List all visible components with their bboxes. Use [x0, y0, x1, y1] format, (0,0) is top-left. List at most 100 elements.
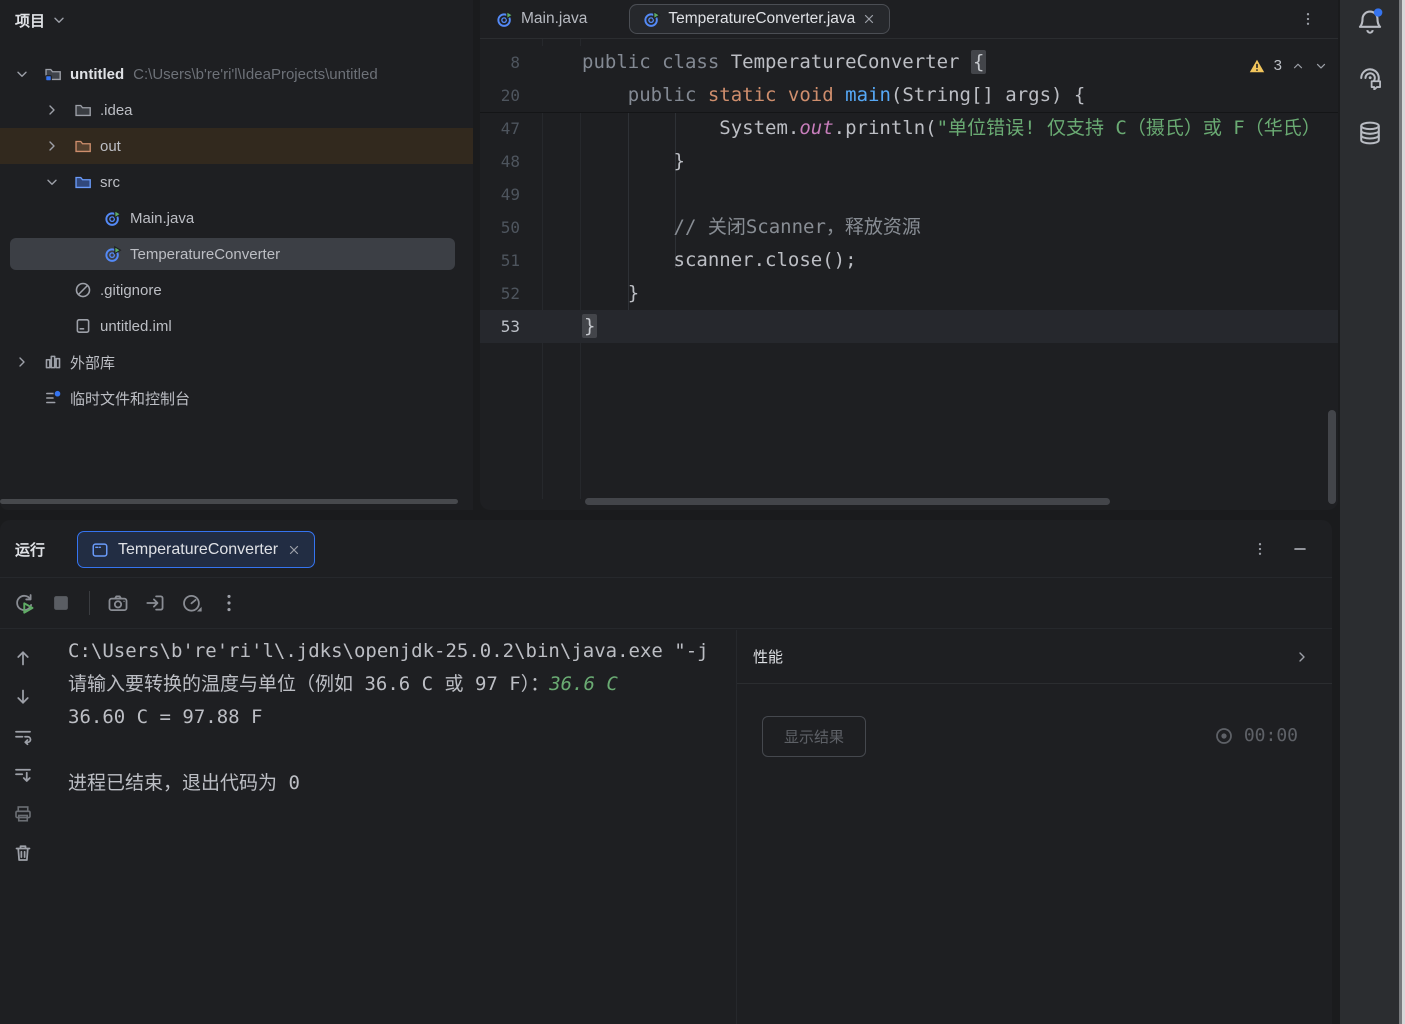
- chevron-icon[interactable]: [14, 354, 30, 370]
- more-options-icon[interactable]: [218, 592, 240, 614]
- line-number[interactable]: 49: [480, 178, 520, 211]
- tree-item-main.java[interactable]: Main.java: [0, 200, 473, 236]
- chevron-right-icon[interactable]: [44, 138, 74, 154]
- screenshot-icon[interactable]: [107, 592, 129, 614]
- run-tab-temperatureconverter[interactable]: TemperatureConverter: [77, 531, 315, 568]
- minimize-icon[interactable]: [1292, 541, 1308, 557]
- code-line: 47 System.out.println("单位错误! 仅支持 C（摄氏）或 …: [480, 112, 1338, 145]
- line-number[interactable]: 51: [480, 244, 520, 277]
- console-icon: [91, 541, 109, 559]
- editor-vertical-scrollbar[interactable]: [1328, 410, 1336, 504]
- chevron-right-icon[interactable]: [14, 354, 44, 370]
- code-line-text: public static void main(String[] args) {: [582, 79, 1338, 112]
- chevron-icon[interactable]: [14, 66, 30, 82]
- folder-orange-icon: [74, 137, 92, 155]
- line-number[interactable]: 50: [480, 211, 520, 244]
- notifications-icon[interactable]: [1357, 8, 1383, 34]
- chevron-down-icon[interactable]: [44, 174, 74, 190]
- project-folder-icon: [44, 65, 62, 83]
- chevron-down-icon[interactable]: [1314, 59, 1328, 73]
- editor-more-icon[interactable]: [1300, 11, 1316, 27]
- prev-occurrence-icon[interactable]: [13, 648, 33, 668]
- database-icon[interactable]: [1357, 120, 1383, 146]
- line-number[interactable]: 48: [480, 145, 520, 178]
- tab-label: TemperatureConverter.java: [668, 10, 855, 28]
- tree-item-label: .idea: [100, 102, 133, 119]
- attach-debugger-icon[interactable]: [144, 592, 166, 614]
- chevron-down-icon[interactable]: [51, 12, 67, 28]
- clear-all-icon[interactable]: [13, 843, 33, 863]
- profiler-icon[interactable]: [181, 592, 203, 614]
- line-number[interactable]: 53: [480, 310, 520, 343]
- run-tab-label: TemperatureConverter: [118, 541, 278, 559]
- code-line: 51 scanner.close();: [480, 244, 1338, 277]
- code-line: 52 }: [480, 277, 1338, 310]
- line-number[interactable]: 20: [480, 79, 520, 112]
- code-line: 48 }: [480, 145, 1338, 178]
- sticky-lines[interactable]: 8 public class TemperatureConverter { 20 p…: [480, 46, 1338, 113]
- soft-wrap-icon[interactable]: [13, 726, 33, 746]
- rerun-icon[interactable]: [13, 592, 35, 614]
- code-line: 53}: [480, 310, 1338, 343]
- tree-item-out[interactable]: out: [0, 128, 473, 164]
- code-line-text: scanner.close();: [582, 244, 1338, 277]
- console-line: 进程已结束，退出代码为 0: [68, 767, 736, 800]
- chevron-icon[interactable]: [44, 138, 60, 154]
- tab-label: Main.java: [521, 10, 587, 28]
- warning-count: 3: [1274, 57, 1282, 74]
- console-line: 36.60 C = 97.88 F: [68, 701, 736, 734]
- ignored-icon: [74, 281, 92, 299]
- editor-tab-bar: Main.java TemperatureConverter.java: [480, 0, 1338, 39]
- stop-icon[interactable]: [50, 592, 72, 614]
- tree-item--[interactable]: 临时文件和控制台: [0, 380, 473, 416]
- tab-temperatureconverter-java[interactable]: TemperatureConverter.java: [629, 4, 890, 34]
- ai-assistant-icon[interactable]: [1357, 64, 1383, 90]
- performance-panel: 性能 显示结果 00:00: [737, 630, 1332, 1024]
- next-occurrence-icon[interactable]: [13, 687, 33, 707]
- project-panel-header[interactable]: 项目: [0, 0, 473, 40]
- class-run-icon: [104, 245, 122, 263]
- timer-value: 00:00: [1244, 725, 1298, 746]
- scroll-to-end-icon[interactable]: [13, 765, 33, 785]
- line-number[interactable]: 8: [480, 46, 520, 79]
- close-icon[interactable]: [862, 12, 876, 26]
- project-panel-title[interactable]: 项目: [15, 10, 45, 31]
- tree-item--[interactable]: 外部库: [0, 344, 473, 380]
- chevron-icon[interactable]: [44, 174, 60, 190]
- project-horizontal-scrollbar[interactable]: [0, 499, 458, 504]
- tree-item-temperatureconverter[interactable]: TemperatureConverter: [0, 236, 473, 272]
- tree-item-src[interactable]: src: [0, 164, 473, 200]
- run-more-icon[interactable]: [1252, 541, 1268, 557]
- console-line: C:\Users\b're'ri'l\.jdks\openjdk-25.0.2\…: [68, 635, 736, 668]
- tree-item-.gitignore[interactable]: .gitignore: [0, 272, 473, 308]
- tree-item-untitled.iml[interactable]: untitled.iml: [0, 308, 473, 344]
- line-number[interactable]: 52: [480, 277, 520, 310]
- tree-item-.idea[interactable]: .idea: [0, 92, 473, 128]
- show-results-button[interactable]: 显示结果: [762, 716, 866, 757]
- chevron-right-icon[interactable]: [44, 102, 74, 118]
- line-number[interactable]: 47: [480, 112, 520, 145]
- inspections-widget[interactable]: 3: [1249, 57, 1328, 74]
- chevron-icon[interactable]: [44, 102, 60, 118]
- print-icon[interactable]: [13, 804, 33, 824]
- code-line-text: }: [582, 310, 1338, 343]
- run-panel-title: 运行: [15, 539, 45, 560]
- performance-header[interactable]: 性能: [737, 630, 1332, 684]
- chevron-right-icon: [1294, 649, 1310, 665]
- code-line-text: public class TemperatureConverter {: [582, 46, 1338, 79]
- scratches-icon: [44, 389, 62, 407]
- tree-item-label: TemperatureConverter: [130, 246, 280, 263]
- folder-gray-icon: [74, 101, 92, 119]
- class-run-icon: [104, 209, 122, 227]
- tree-item-untitled[interactable]: untitledC:\Users\b're'ri'l\IdeaProjects\…: [0, 56, 473, 92]
- tab-main-java[interactable]: Main.java: [484, 4, 599, 34]
- chevron-up-icon[interactable]: [1291, 59, 1305, 73]
- chevron-down-icon[interactable]: [14, 66, 44, 82]
- editor-horizontal-scrollbar[interactable]: [585, 498, 1110, 505]
- close-icon[interactable]: [287, 543, 301, 557]
- editor: Main.java TemperatureConverter.java 8 pub…: [480, 0, 1338, 510]
- code-area[interactable]: 47 System.out.println("单位错误! 仅支持 C（摄氏）或 …: [480, 112, 1338, 510]
- project-tree: untitledC:\Users\b're'ri'l\IdeaProjects\…: [0, 56, 473, 416]
- console-output[interactable]: C:\Users\b're'ri'l\.jdks\openjdk-25.0.2\…: [46, 630, 736, 1024]
- tree-item-label: untitled: [70, 66, 124, 83]
